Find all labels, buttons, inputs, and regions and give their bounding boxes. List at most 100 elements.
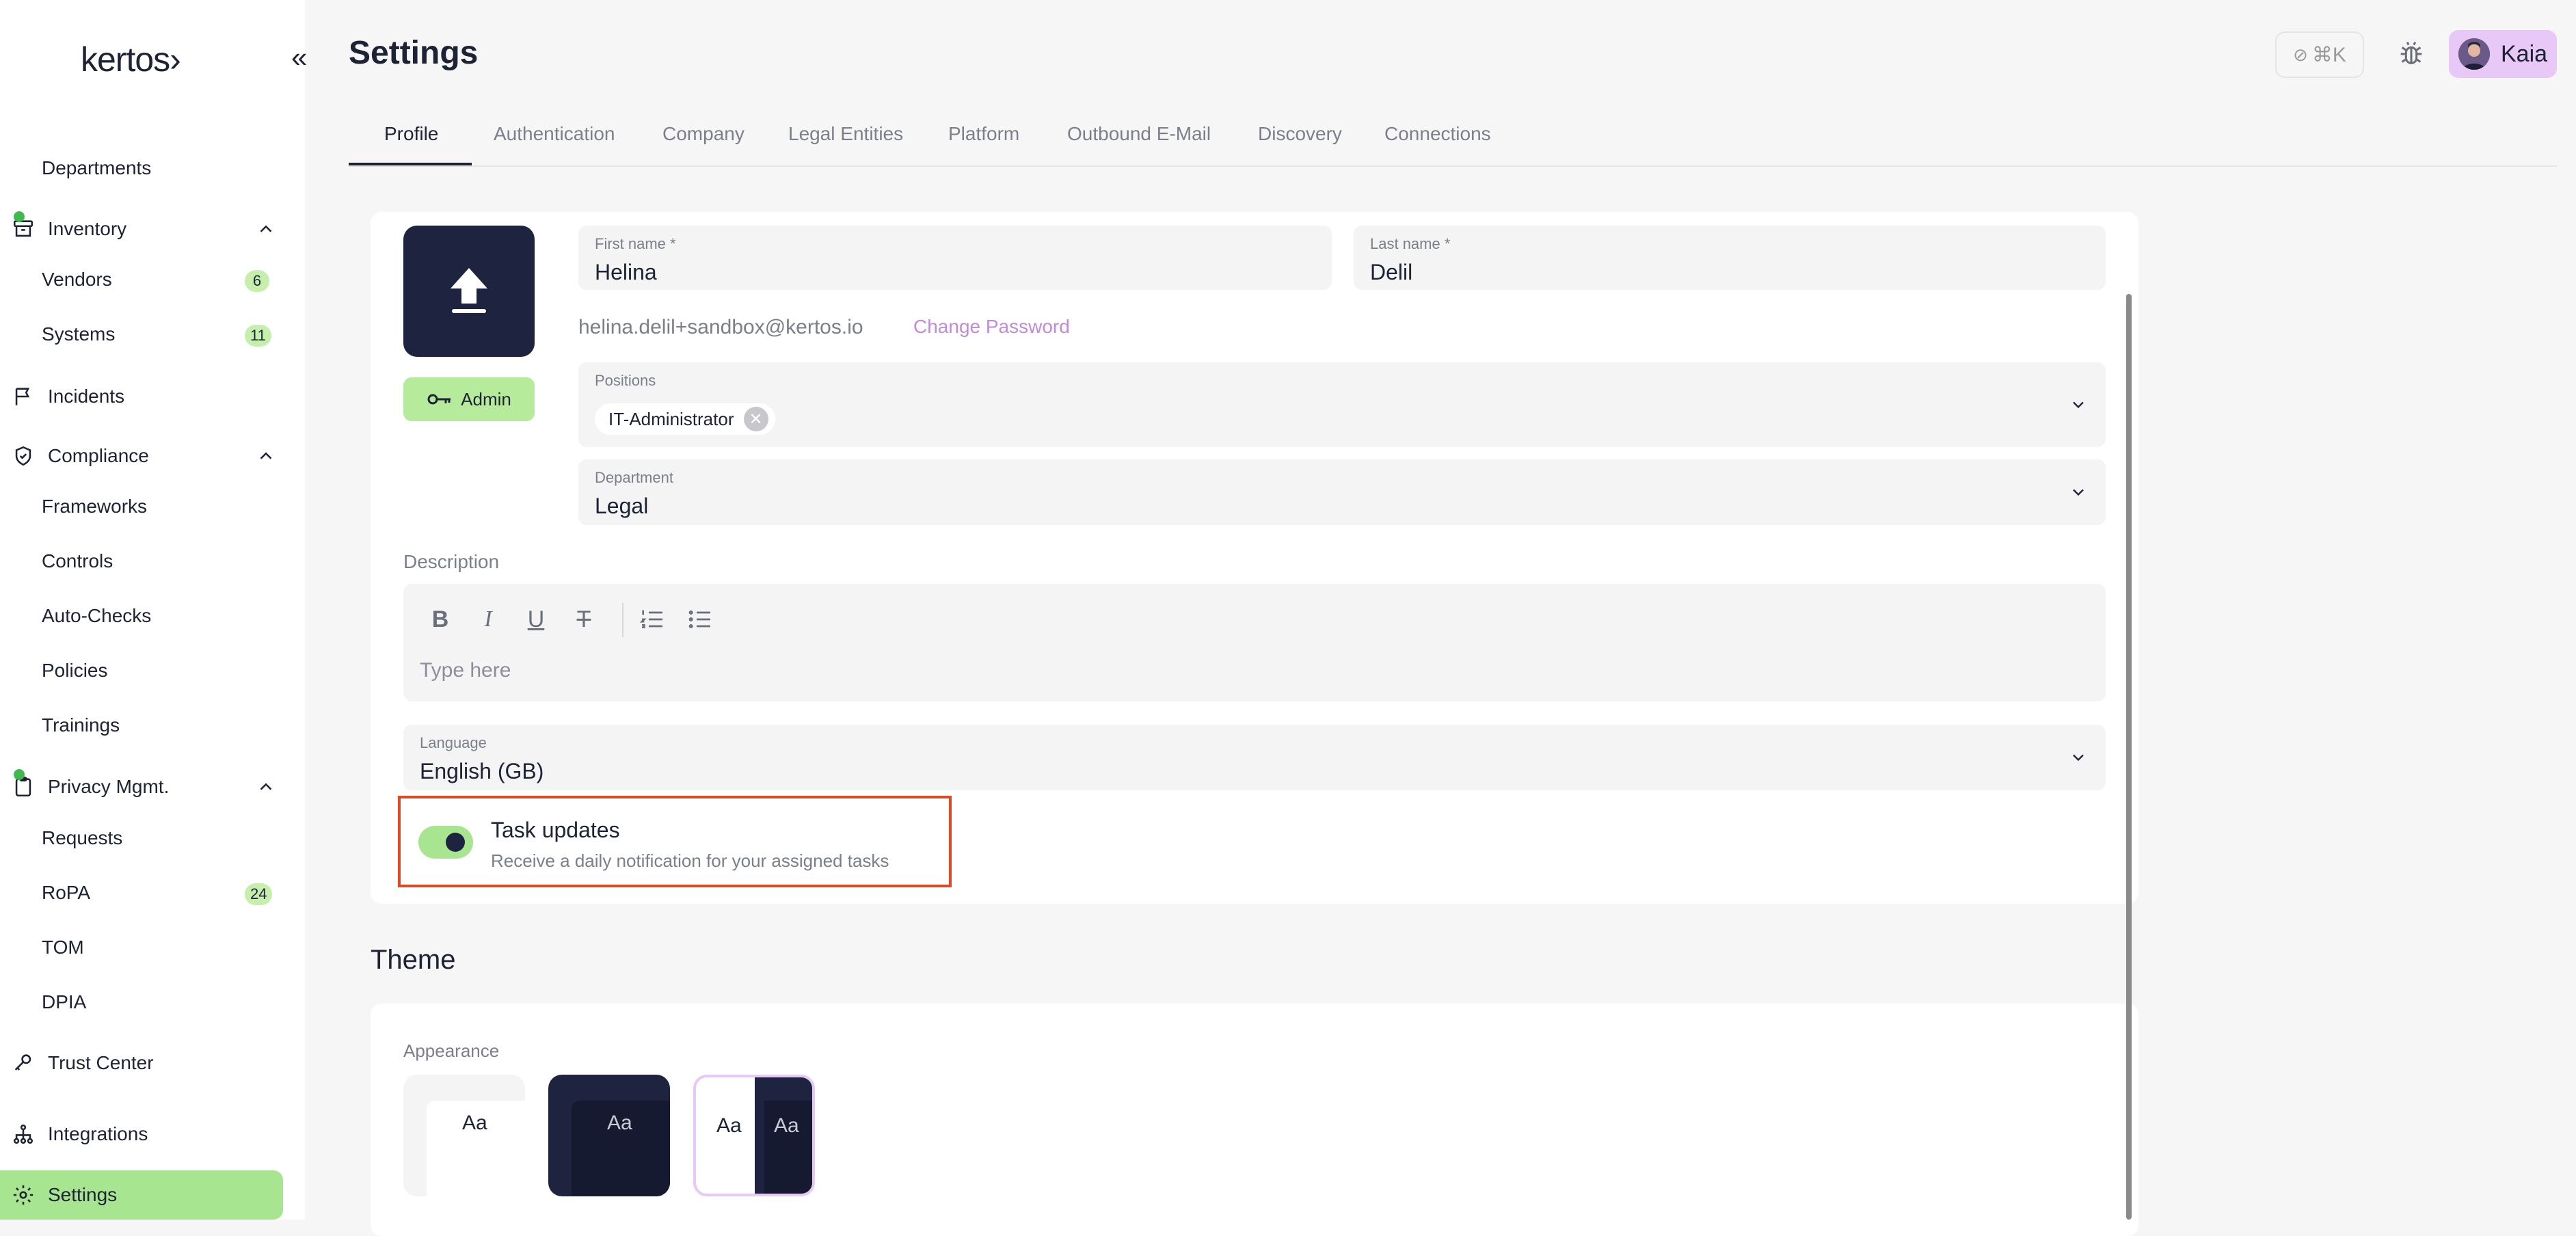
tab-legal-entities[interactable]: Legal Entities [788,123,903,145]
count-badge: 11 [245,325,271,347]
sidebar-item-label: Integrations [48,1123,148,1144]
field-label: Last name * [1370,235,1451,252]
theme-section-title: Theme [371,945,456,975]
shield-check-icon [10,442,37,470]
active-tab-indicator [349,163,472,165]
ordered-list-icon[interactable] [637,604,667,634]
appearance-label: Appearance [403,1040,500,1061]
flag-icon [10,383,37,410]
sidebar-item-vendors[interactable]: Vendors [42,269,112,291]
collapse-sidebar-icon[interactable]: « [291,43,307,72]
email-text: helina.delil+sandbox@kertos.io [578,316,863,338]
task-updates-title: Task updates [491,818,620,842]
chevron-down-icon[interactable] [2069,748,2088,767]
sidebar-item-privacy-mgmt[interactable]: Privacy Mgmt. [0,769,294,804]
chevron-up-icon[interactable] [256,446,276,466]
description-editor[interactable]: B I U T Type here [403,584,2106,701]
remove-chip-icon[interactable]: ✕ [743,407,768,431]
tab-authentication[interactable]: Authentication [494,123,615,145]
toolbar-divider [622,603,623,637]
compass-icon: ⊘ [2293,44,2308,65]
task-updates-toggle[interactable] [418,826,473,859]
theme-option-dark[interactable]: Aa [548,1075,670,1196]
sidebar-item-incidents[interactable]: Incidents [0,379,294,414]
sidebar-item-compliance[interactable]: Compliance [0,439,294,473]
role-label: Admin [461,388,511,409]
sidebar-item-label: Inventory [48,218,127,239]
tab-outbound-email[interactable]: Outbound E-Mail [1067,123,1211,145]
sidebar-item-label: Trust Center [48,1052,154,1073]
chevron-up-icon[interactable] [256,777,276,797]
field-label: Department [595,469,673,486]
sidebar-item-systems[interactable]: Systems [42,323,115,345]
toggle-knob [446,833,465,852]
description-label: Description [403,551,500,572]
underline-icon[interactable]: U [521,604,551,634]
sidebar-item-trust-center[interactable]: Trust Center [0,1046,294,1080]
sidebar-item-label: Settings [48,1184,118,1205]
field-label: Positions [595,372,656,389]
bullet-list-icon[interactable] [685,604,715,634]
tab-company[interactable]: Company [662,123,744,145]
sidebar-item-ropa[interactable]: RoPA [42,882,90,904]
theme-sample-text: Aa [716,1114,742,1137]
shortcut-label: ⌘K [2311,43,2346,66]
first-name-field[interactable]: First name * Helina [578,226,1332,290]
sidebar-item-policies[interactable]: Policies [42,660,107,682]
sidebar-item-departments[interactable]: Departments [42,157,151,179]
chevron-down-icon[interactable] [2069,395,2088,414]
theme-option-system[interactable]: Aa Aa [693,1075,815,1196]
theme-option-light[interactable]: Aa [403,1075,525,1196]
sidebar-item-auto-checks[interactable]: Auto-Checks [42,605,151,627]
field-label: Language [420,734,487,751]
chevron-up-icon[interactable] [256,219,276,239]
sidebar-item-frameworks[interactable]: Frameworks [42,496,147,518]
field-value: Delil [1370,260,1413,284]
kertos-logo[interactable]: kertos› [81,40,181,79]
tab-profile[interactable]: Profile [384,123,438,145]
status-dot [14,211,25,222]
bug-icon[interactable] [2396,38,2427,70]
editor-placeholder: Type here [420,659,511,682]
user-menu-button[interactable]: Kaia [2449,30,2557,78]
key-icon [427,394,451,405]
sidebar-item-settings[interactable]: Settings [0,1170,283,1220]
field-value: English (GB) [420,759,544,783]
sidebar-item-dpia[interactable]: DPIA [42,991,86,1013]
gear-icon [10,1181,37,1209]
change-password-link[interactable]: Change Password [913,316,1070,338]
theme-sample-text: Aa [462,1112,487,1134]
scrollbar[interactable] [2126,294,2132,1220]
strikethrough-icon[interactable]: T [569,604,599,634]
archive-icon [10,211,37,243]
sidebar-item-label: Incidents [48,386,125,407]
hierarchy-icon [10,1120,37,1148]
status-dot [14,769,25,780]
field-label: First name * [595,235,676,252]
clipboard-icon [10,769,37,801]
tab-platform[interactable]: Platform [948,123,1019,145]
sidebar-item-tom[interactable]: TOM [42,937,84,958]
sidebar-item-requests[interactable]: Requests [42,827,122,849]
key-icon [10,1049,37,1077]
tab-connections[interactable]: Connections [1384,123,1491,145]
italic-icon[interactable]: I [473,604,503,634]
last-name-field[interactable]: Last name * Delil [1354,226,2106,290]
sidebar-item-inventory[interactable]: Inventory [0,211,294,246]
positions-select[interactable]: Positions IT-Administrator ✕ [578,362,2106,447]
upload-icon [451,268,487,313]
position-chip: IT-Administrator ✕ [595,403,775,435]
command-palette-button[interactable]: ⊘ ⌘K [2275,31,2364,78]
tab-discovery[interactable]: Discovery [1258,123,1342,145]
chevron-down-icon[interactable] [2069,483,2088,502]
settings-tabs: Profile Authentication Company Legal Ent… [349,116,2557,167]
sidebar-item-integrations[interactable]: Integrations [0,1117,294,1151]
language-select[interactable]: Language English (GB) [403,725,2106,790]
task-updates-description: Receive a daily notification for your as… [491,850,889,871]
sidebar-item-trainings[interactable]: Trainings [42,714,120,736]
department-select[interactable]: Department Legal [578,459,2106,525]
page-title: Settings [349,35,479,71]
sidebar-item-controls[interactable]: Controls [42,550,113,572]
bold-icon[interactable]: B [425,604,455,634]
avatar-upload-button[interactable] [403,226,535,357]
